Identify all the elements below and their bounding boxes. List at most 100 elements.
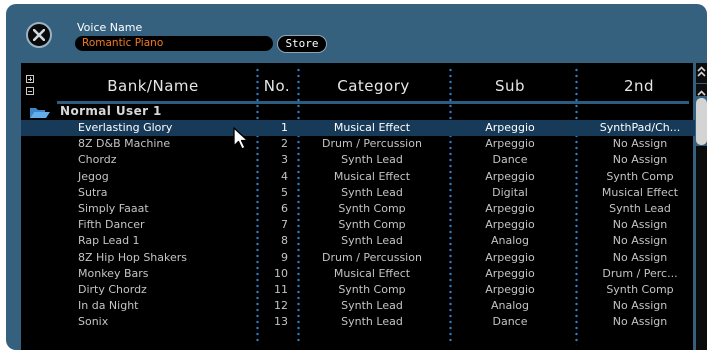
collapse-all-icon[interactable] bbox=[26, 87, 34, 95]
sub-category-cell: Dance bbox=[492, 315, 528, 329]
sub-category-cell: Arpeggio bbox=[485, 250, 535, 264]
folder-open-icon bbox=[30, 108, 50, 118]
sub-category-cell: Arpeggio bbox=[485, 266, 535, 280]
voice-name-cell: In da Night bbox=[78, 299, 139, 313]
voice-number-cell: 2 bbox=[281, 137, 288, 151]
second-category-cell: No Assign bbox=[612, 299, 668, 313]
voice-name-cell: 8Z Hip Hop Shakers bbox=[78, 250, 188, 264]
category-cell: Musical Effect bbox=[333, 121, 411, 134]
second-category-cell: Musical Effect bbox=[601, 185, 679, 199]
sub-category-cell: Arpeggio bbox=[485, 282, 535, 296]
voice-name-field[interactable]: Romantic Piano bbox=[75, 36, 273, 51]
voice-row[interactable]: 8Z Hip Hop Shakers 9 Drum / Percussion Arpe… bbox=[21, 250, 695, 266]
voice-name-cell: Sonix bbox=[78, 315, 109, 329]
sub-category-cell: Analog bbox=[490, 299, 529, 313]
sub-category-cell: Arpeggio bbox=[485, 137, 535, 151]
voice-number-cell: 12 bbox=[274, 299, 288, 313]
second-category-cell: No Assign bbox=[612, 137, 668, 151]
voice-name-cell: Monkey Bars bbox=[78, 266, 149, 280]
voice-number-cell: 8 bbox=[281, 234, 288, 248]
column-number[interactable]: No. bbox=[258, 77, 296, 95]
column-category[interactable]: Category bbox=[306, 77, 441, 95]
voice-number-cell: 3 bbox=[281, 153, 288, 167]
column-bank-name[interactable]: Bank/Name bbox=[77, 77, 229, 95]
close-icon[interactable] bbox=[26, 22, 52, 48]
voice-row[interactable]: Monkey Bars 10 Musical Effect Arpeggio Drum … bbox=[21, 266, 695, 282]
category-cell: Drum / Percussion bbox=[322, 137, 422, 151]
store-button[interactable]: Store bbox=[277, 35, 327, 53]
voice-name-cell: Chordz bbox=[78, 153, 117, 167]
category-cell: Synth Comp bbox=[338, 218, 406, 232]
bank-group-label: Normal User 1 bbox=[60, 104, 162, 118]
sub-category-cell: Dance bbox=[492, 153, 528, 167]
category-cell: Synth Lead bbox=[341, 299, 403, 313]
second-category-cell: Drum / Perc... bbox=[602, 266, 678, 280]
voice-name-cell: Simply Faaat bbox=[78, 201, 149, 215]
voice-list: Everlasting Glory 1 Musical Effect Arpeggio… bbox=[21, 120, 695, 330]
sub-category-cell: Arpeggio bbox=[485, 121, 535, 134]
voice-list-panel: Bank/Name No. Category Sub 2nd Normal Us… bbox=[21, 63, 695, 350]
voice-number-cell: 1 bbox=[281, 121, 288, 134]
voice-number-cell: 4 bbox=[281, 169, 288, 183]
voice-name-label: Voice Name bbox=[77, 21, 143, 34]
second-category-cell: No Assign bbox=[612, 234, 668, 248]
voice-name-cell: Dirty Chordz bbox=[78, 282, 147, 296]
bank-group-row[interactable]: Normal User 1 bbox=[21, 104, 695, 119]
voice-row[interactable]: Simply Faaat 6 Synth Comp Arpeggio Synth Lea… bbox=[21, 201, 695, 217]
second-category-cell: No Assign bbox=[612, 250, 668, 264]
voice-row[interactable]: Fifth Dancer 7 Synth Comp Arpeggio No Assign bbox=[21, 217, 695, 233]
screen: Voice Name Romantic Piano Store Bank/Nam… bbox=[0, 0, 717, 354]
voice-row[interactable]: Chordz 3 Synth Lead Dance No Assign bbox=[21, 152, 695, 168]
category-cell: Synth Lead bbox=[341, 153, 403, 167]
second-category-cell: Synth Comp bbox=[606, 282, 674, 296]
second-category-cell: SynthPad/Ch... bbox=[599, 121, 681, 134]
voice-number-cell: 9 bbox=[281, 250, 288, 264]
expand-all-icon[interactable] bbox=[26, 75, 34, 83]
mouse-pointer-icon bbox=[233, 127, 249, 150]
category-cell: Drum / Percussion bbox=[322, 250, 422, 264]
voice-row[interactable]: 8Z D&B Machine 2 Drum / Percussion Arpeggio… bbox=[21, 136, 695, 152]
voice-row[interactable]: Sutra 5 Synth Lead Digital Musical Effect bbox=[21, 185, 695, 201]
voice-number-cell: 13 bbox=[274, 315, 288, 329]
second-category-cell: Synth Comp bbox=[606, 169, 674, 183]
voice-name-cell: Sutra bbox=[78, 185, 108, 199]
category-cell: Musical Effect bbox=[333, 169, 411, 183]
second-category-cell: No Assign bbox=[612, 315, 668, 329]
category-cell: Musical Effect bbox=[333, 266, 411, 280]
voice-name-cell: Rap Lead 1 bbox=[78, 234, 140, 248]
scroll-top-button[interactable] bbox=[696, 63, 707, 83]
category-cell: Synth Comp bbox=[338, 201, 406, 215]
voice-number-cell: 6 bbox=[281, 201, 288, 215]
category-cell: Synth Comp bbox=[338, 282, 406, 296]
sub-category-cell: Analog bbox=[490, 234, 529, 248]
category-cell: Synth Lead bbox=[341, 315, 403, 329]
column-sub[interactable]: Sub bbox=[455, 77, 565, 95]
sub-category-cell: Arpeggio bbox=[485, 201, 535, 215]
voice-name-cell: 8Z D&B Machine bbox=[78, 137, 171, 151]
voice-row[interactable]: Rap Lead 1 8 Synth Lead Analog No Assign bbox=[21, 233, 695, 249]
scroll-up-button[interactable] bbox=[696, 84, 707, 96]
sub-category-cell: Digital bbox=[492, 185, 528, 199]
voice-name-cell: Everlasting Glory bbox=[78, 121, 173, 134]
voice-number-cell: 7 bbox=[281, 218, 288, 232]
voice-row[interactable]: Jegog 4 Musical Effect Arpeggio Synth Comp bbox=[21, 169, 695, 185]
sub-category-cell: Arpeggio bbox=[485, 218, 535, 232]
voice-name-cell: Jegog bbox=[78, 169, 109, 183]
double-chevron-up-icon bbox=[697, 66, 706, 77]
scrollbar-thumb[interactable] bbox=[696, 98, 707, 145]
voice-row[interactable]: In da Night 12 Synth Lead Analog No Assign bbox=[21, 298, 695, 314]
voice-row[interactable]: Dirty Chordz 11 Synth Comp Arpeggio Synth Co… bbox=[21, 282, 695, 298]
voice-row[interactable]: Sonix 13 Synth Lead Dance No Assign bbox=[21, 314, 695, 330]
column-2nd[interactable]: 2nd bbox=[584, 77, 694, 95]
voice-name-cell: Fifth Dancer bbox=[78, 218, 145, 232]
voice-number-cell: 11 bbox=[274, 282, 288, 296]
close-x-glyph bbox=[33, 29, 45, 41]
voice-row-selected[interactable]: Everlasting Glory 1 Musical Effect Arpeggio… bbox=[21, 120, 695, 137]
column-header: Bank/Name No. Category Sub 2nd bbox=[21, 63, 693, 105]
category-cell: Synth Lead bbox=[341, 185, 403, 199]
second-category-cell: No Assign bbox=[612, 153, 668, 167]
second-category-cell: No Assign bbox=[612, 218, 668, 232]
voice-number-cell: 5 bbox=[281, 185, 288, 199]
category-cell: Synth Lead bbox=[341, 234, 403, 248]
scrollbar-track[interactable] bbox=[696, 146, 707, 350]
